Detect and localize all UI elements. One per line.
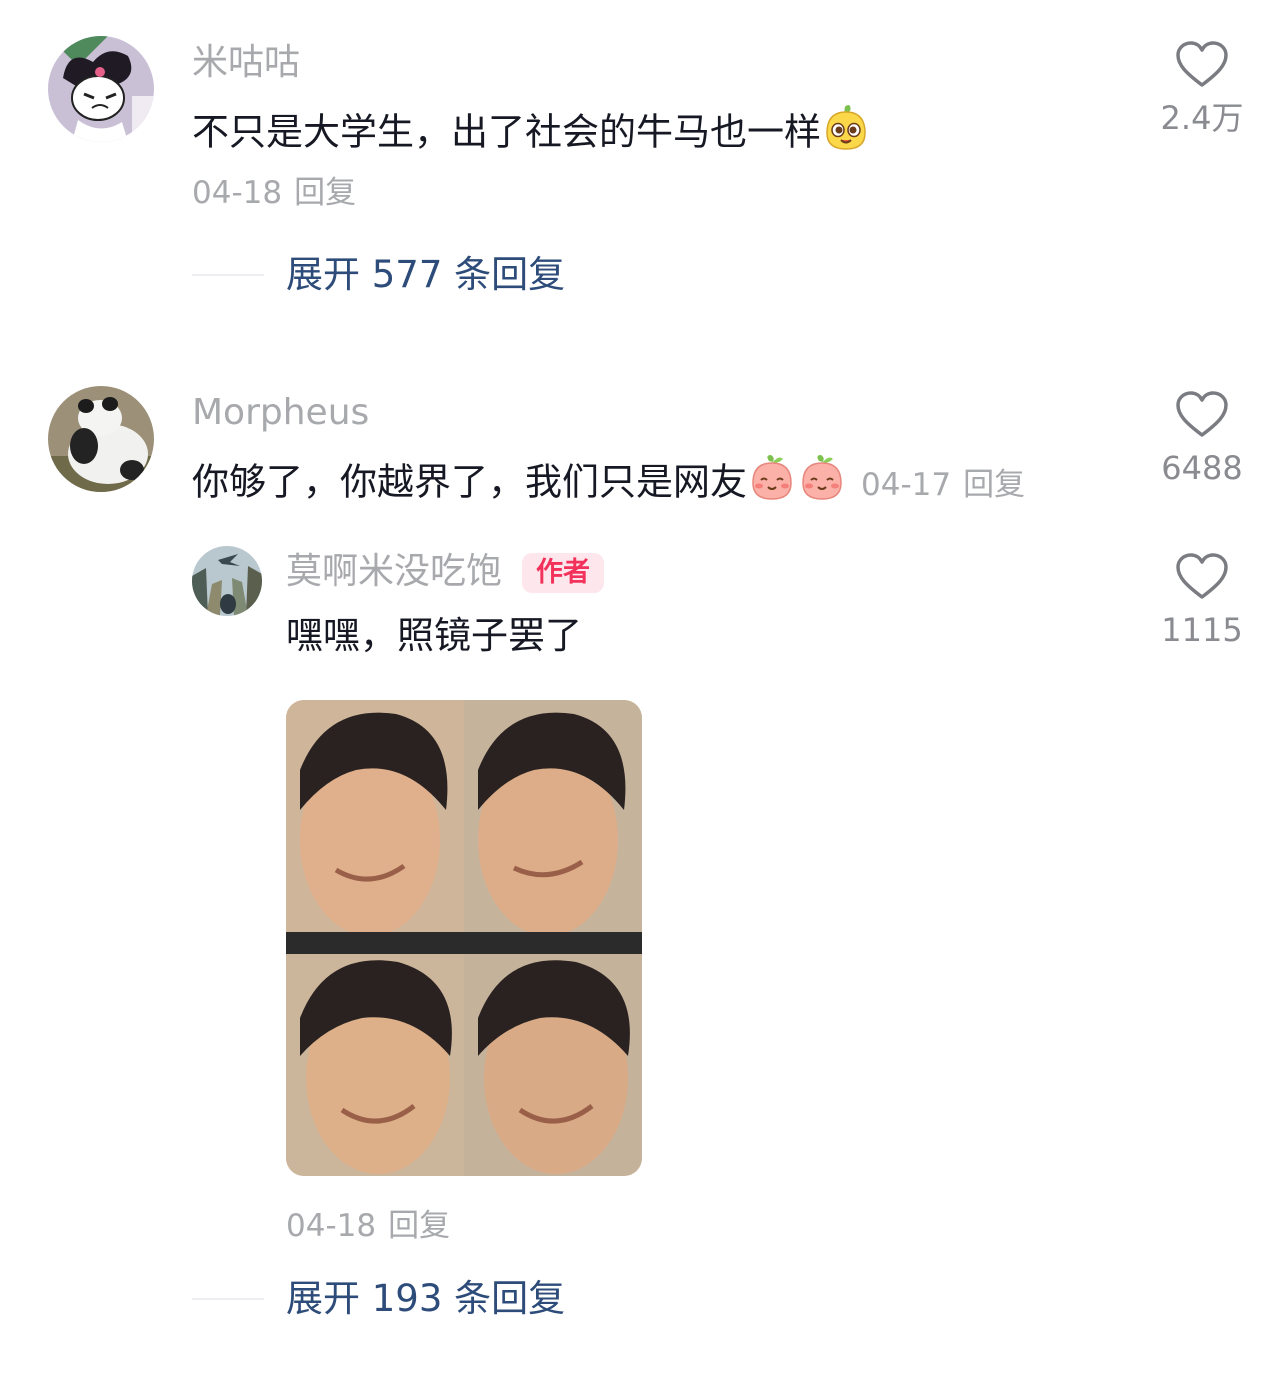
- reply-button[interactable]: 回复: [388, 1208, 450, 1244]
- comment-meta: 04-17 回复: [861, 467, 1025, 503]
- avatar[interactable]: [48, 386, 154, 492]
- reply-text: 嘿嘿，照镜子罢了: [286, 614, 582, 657]
- photo-panel: [464, 700, 642, 954]
- peach-smile-emoji: [747, 453, 797, 515]
- comment-item: 米咕咕 不只是大学生，出了社会的牛马也一样 04-18回复 2.4万 展开 5: [0, 0, 1280, 340]
- mango-face-emoji: [821, 103, 871, 165]
- reply-photo[interactable]: [286, 700, 642, 1176]
- expand-divider: [192, 274, 264, 276]
- comment-username[interactable]: Morpheus: [192, 391, 369, 435]
- avatar[interactable]: [48, 36, 154, 142]
- reply-button[interactable]: 回复: [963, 467, 1025, 503]
- photo-panel: [286, 700, 464, 954]
- like-count: 6488: [1161, 449, 1243, 487]
- reply-date: 04-18: [286, 1208, 377, 1244]
- like-heart-icon[interactable]: [1147, 390, 1257, 438]
- expand-replies-button[interactable]: 展开 577 条回复: [192, 252, 565, 298]
- photo-panel: [286, 954, 464, 1176]
- like-column: 2.4万: [1147, 40, 1257, 138]
- comment-item: Morpheus 你够了，你越界了，我们只是网友 04-17 回复 6488 莫…: [0, 370, 1280, 1360]
- comment-text: 你够了，你越界了，我们只是网友: [192, 460, 747, 504]
- comment-username[interactable]: 米咕咕: [192, 41, 300, 85]
- comment-date: 04-17: [861, 466, 952, 503]
- like-heart-icon[interactable]: [1147, 552, 1257, 600]
- like-heart-icon[interactable]: [1147, 40, 1257, 88]
- expand-divider: [192, 1298, 264, 1300]
- comment-text-row: 不只是大学生，出了社会的牛马也一样: [192, 103, 871, 165]
- comment-text-row: 你够了，你越界了，我们只是网友 04-17 回复: [192, 453, 1025, 515]
- like-count: 2.4万: [1160, 99, 1244, 137]
- like-column: 6488: [1147, 390, 1257, 488]
- avatar[interactable]: [192, 546, 262, 616]
- author-badge: 作者: [522, 553, 605, 593]
- comment-date: 04-18: [192, 175, 283, 211]
- reply-username-row: 莫啊米没吃饱 作者: [286, 550, 605, 594]
- expand-replies-button[interactable]: 展开 193 条回复: [192, 1276, 565, 1322]
- reply-item: 莫啊米没吃饱 作者 嘿嘿，照镜子罢了 04-18 回复 1115: [190, 542, 1280, 1282]
- like-count: 1115: [1161, 611, 1243, 649]
- like-column: 1115: [1147, 552, 1257, 650]
- comment-text: 不只是大学生，出了社会的牛马也一样: [192, 110, 821, 154]
- expand-replies-label[interactable]: 展开 577 条回复: [286, 252, 565, 298]
- reply-button[interactable]: 回复: [294, 175, 356, 211]
- photo-panel: [464, 954, 642, 1176]
- comment-meta: 04-18 回复: [192, 173, 356, 213]
- reply-meta: 04-18 回复: [286, 1206, 450, 1246]
- peach-smile-emoji: [797, 453, 847, 515]
- reply-username[interactable]: 莫啊米没吃饱: [286, 551, 502, 592]
- expand-replies-label[interactable]: 展开 193 条回复: [286, 1276, 565, 1322]
